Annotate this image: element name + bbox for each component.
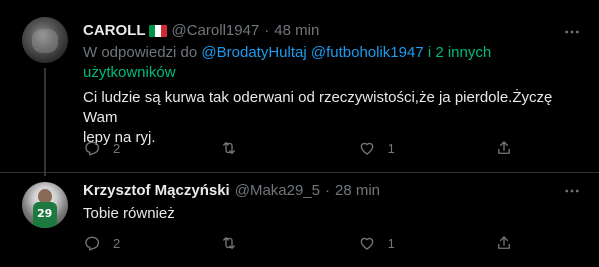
timestamp[interactable]: 28 min — [335, 181, 380, 201]
like-button[interactable]: 1 — [358, 234, 428, 252]
tweet-text-line: Tobie również — [83, 205, 175, 222]
separator: · — [325, 182, 330, 199]
share-button[interactable] — [495, 234, 513, 252]
tweet-header: Krzysztof Mączyński @Maka29_5 · 28 min — [83, 181, 380, 201]
like-icon — [360, 237, 373, 250]
reply-button[interactable]: 2 — [83, 234, 153, 252]
reply-icon — [85, 236, 100, 251]
like-count: 1 — [387, 235, 395, 251]
more-icon[interactable] — [562, 181, 582, 201]
handle[interactable]: @Maka29_5 — [235, 181, 320, 201]
retweet-icon — [223, 237, 236, 249]
reply-count: 2 — [113, 235, 121, 251]
share-icon — [498, 236, 510, 249]
tweet-text: Tobie również — [83, 204, 573, 224]
display-name[interactable]: Krzysztof Mączyński — [83, 181, 230, 201]
action-bar: 2 1 — [83, 234, 513, 252]
retweet-button[interactable] — [220, 234, 290, 252]
